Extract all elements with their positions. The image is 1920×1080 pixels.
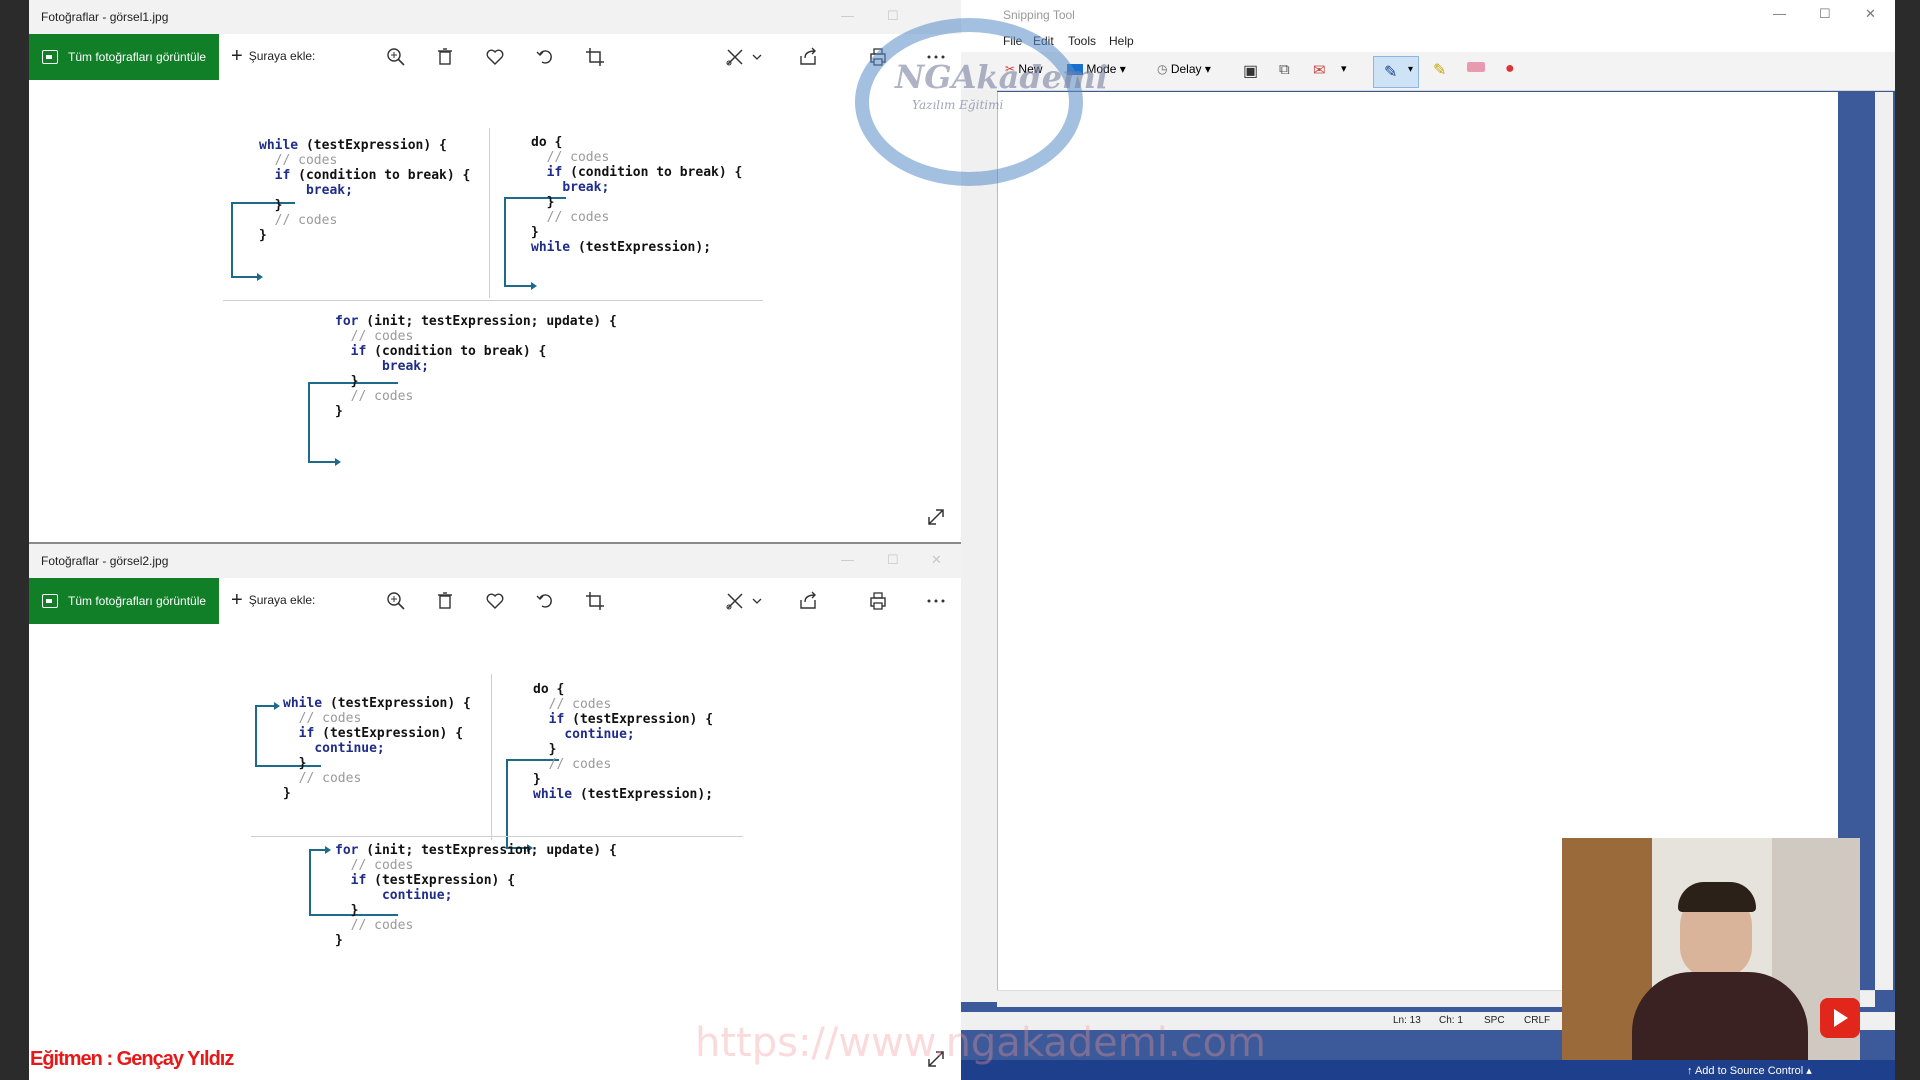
window-titlebar[interactable]: Fotoğraflar - görsel1.jpg — ☐ bbox=[29, 0, 961, 34]
photo-icon bbox=[42, 50, 58, 64]
close-button[interactable]: ✕ bbox=[1865, 6, 1876, 22]
person-body bbox=[1632, 972, 1808, 1060]
plus-icon: + bbox=[231, 45, 243, 67]
maximize-button[interactable]: ☐ bbox=[887, 8, 899, 24]
divider-vertical bbox=[491, 674, 492, 840]
image-canvas: while (testExpression) { // codes if (co… bbox=[29, 80, 961, 542]
left-strip bbox=[961, 90, 997, 1002]
chevron-down-icon: ▾ bbox=[1408, 64, 1414, 75]
add-to-label: Şuraya ekle: bbox=[248, 49, 316, 63]
while-break-code: while (testExpression) { // codes if (co… bbox=[259, 138, 471, 243]
snipping-title: Snipping Tool bbox=[1003, 8, 1075, 22]
window-titlebar[interactable]: Fotoğraflar - görsel2.jpg — ☐ ✕ bbox=[29, 544, 961, 578]
snipping-titlebar[interactable]: Snipping Tool — ☐ ✕ bbox=[961, 0, 1895, 30]
instructor-caption: Eğitmen : Gençay Yıldız bbox=[30, 1048, 234, 1070]
crop-icon[interactable] bbox=[584, 46, 606, 68]
paint-icon[interactable]: ● bbox=[1505, 60, 1515, 78]
photos-toolbar: Tüm fotoğrafları görüntüle + Şuraya ekle… bbox=[29, 578, 961, 624]
vertical-scrollbar[interactable] bbox=[1875, 92, 1893, 990]
photos-window-1: Fotoğraflar - görsel1.jpg — ☐ Tüm fotoğr… bbox=[29, 0, 961, 544]
more-icon[interactable] bbox=[925, 590, 947, 612]
share-icon[interactable] bbox=[797, 46, 819, 68]
highlighter-icon[interactable]: ✎ bbox=[1433, 60, 1446, 80]
zoom-icon[interactable] bbox=[385, 590, 407, 612]
add-to-button[interactable]: + Şuraya ekle: bbox=[231, 45, 316, 67]
pen-icon: ✎ bbox=[1384, 64, 1398, 81]
webcam-overlay bbox=[1562, 838, 1860, 1060]
youtube-icon bbox=[1820, 998, 1860, 1038]
copy-icon[interactable]: ⧉ bbox=[1279, 61, 1290, 78]
chevron-down-icon[interactable] bbox=[751, 46, 763, 68]
status-crlf: CRLF bbox=[1524, 1015, 1551, 1026]
rotate-icon[interactable] bbox=[534, 590, 556, 612]
clock-icon: ◷ bbox=[1157, 62, 1168, 76]
window-title: Fotoğraflar - görsel2.jpg bbox=[41, 554, 169, 568]
flow-arrows bbox=[231, 197, 566, 466]
play-icon bbox=[1834, 1009, 1848, 1027]
add-to-label: Şuraya ekle: bbox=[248, 593, 316, 607]
minimize-button[interactable]: — bbox=[841, 552, 854, 567]
status-line: Ln: 13 bbox=[1393, 1015, 1421, 1026]
view-all-photos-button[interactable]: Tüm fotoğrafları görüntüle bbox=[29, 578, 219, 624]
plus-icon: + bbox=[231, 589, 243, 611]
divider-horizontal bbox=[251, 836, 743, 837]
view-all-label: Tüm fotoğrafları görüntüle bbox=[68, 594, 207, 608]
for-continue-code: for (init; testExpression; update) { // … bbox=[335, 843, 617, 948]
menu-tools[interactable]: Tools bbox=[1068, 34, 1096, 48]
delete-icon[interactable] bbox=[434, 46, 456, 68]
crop-icon[interactable] bbox=[584, 590, 606, 612]
photos-toolbar: Tüm fotoğrafları görüntüle + Şuraya ekle… bbox=[29, 34, 961, 80]
logo-watermark-subtitle: Yazılım Eğitimi bbox=[912, 98, 1004, 112]
add-to-button[interactable]: + Şuraya ekle: bbox=[231, 589, 316, 611]
minimize-button[interactable]: — bbox=[1773, 6, 1786, 21]
status-spc: SPC bbox=[1484, 1015, 1505, 1026]
save-icon[interactable]: ▣ bbox=[1243, 61, 1258, 81]
print-icon[interactable] bbox=[867, 590, 889, 612]
window-title: Fotoğraflar - görsel1.jpg bbox=[41, 10, 169, 24]
minimize-button[interactable]: — bbox=[841, 8, 854, 23]
divider-vertical bbox=[489, 128, 490, 298]
maximize-button[interactable]: ☐ bbox=[887, 552, 899, 568]
expand-icon[interactable] bbox=[925, 506, 947, 528]
close-button[interactable]: ✕ bbox=[931, 552, 942, 568]
do-continue-code: do { // codes if (testExpression) { cont… bbox=[533, 682, 714, 802]
photo-icon bbox=[42, 594, 58, 608]
pen-button[interactable]: ✎ ▾ bbox=[1373, 56, 1419, 88]
send-icon[interactable]: ✉ bbox=[1313, 61, 1326, 79]
zoom-icon[interactable] bbox=[385, 46, 407, 68]
status-col: Ch: 1 bbox=[1439, 1015, 1463, 1026]
heart-icon[interactable] bbox=[484, 46, 506, 68]
edit-create-icon[interactable] bbox=[724, 590, 746, 612]
delete-icon[interactable] bbox=[434, 590, 456, 612]
menu-bar: File Edit Tools Help bbox=[961, 30, 1895, 52]
rotate-icon[interactable] bbox=[534, 46, 556, 68]
menu-help[interactable]: Help bbox=[1109, 34, 1134, 48]
view-all-label: Tüm fotoğrafları görüntüle bbox=[68, 50, 207, 64]
chevron-down-icon[interactable] bbox=[751, 590, 763, 612]
edit-create-icon[interactable] bbox=[724, 46, 746, 68]
divider-horizontal bbox=[223, 300, 763, 301]
photos-window-2: Fotoğraflar - görsel2.jpg — ☐ ✕ Tüm foto… bbox=[29, 544, 961, 1080]
url-watermark: https://www.ngakademi.com bbox=[695, 1020, 1267, 1066]
delay-button[interactable]: ◷ Delay ▾ bbox=[1157, 62, 1211, 76]
person-hair bbox=[1678, 882, 1756, 912]
heart-icon[interactable] bbox=[484, 590, 506, 612]
source-control-button[interactable]: ↑ Add to Source Control ▴ bbox=[1687, 1064, 1812, 1077]
share-icon[interactable] bbox=[797, 590, 819, 612]
view-all-photos-button[interactable]: Tüm fotoğrafları görüntüle bbox=[29, 34, 219, 80]
while-continue-code: while (testExpression) { // codes if (te… bbox=[283, 696, 471, 801]
chevron-down-icon[interactable]: ▾ bbox=[1341, 62, 1347, 75]
logo-watermark: NGAkademi bbox=[895, 58, 1109, 96]
for-break-code: for (init; testExpression; update) { // … bbox=[335, 314, 617, 419]
do-break-code: do { // codes if (condition to break) { … bbox=[531, 135, 743, 255]
eraser-icon[interactable] bbox=[1467, 62, 1485, 72]
maximize-button[interactable]: ☐ bbox=[1819, 6, 1831, 22]
image-canvas: while (testExpression) { // codes if (te… bbox=[29, 624, 961, 1080]
